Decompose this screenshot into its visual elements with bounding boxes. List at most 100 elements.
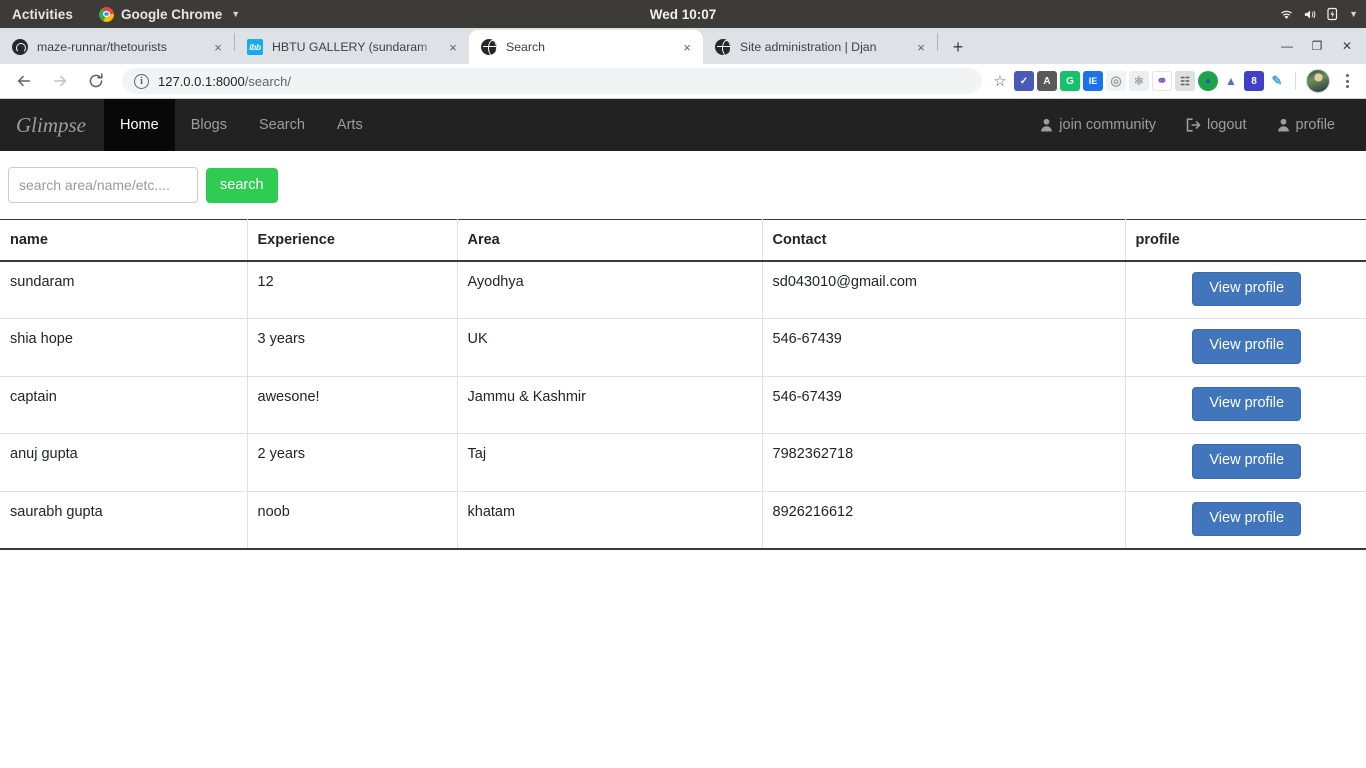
tab-title: HBTU GALLERY (sundaram: [272, 40, 428, 54]
grammarly-extension-icon[interactable]: G: [1060, 71, 1080, 91]
nav-item-profile[interactable]: profile: [1262, 117, 1351, 133]
maximize-button[interactable]: ❐: [1302, 32, 1332, 60]
view-profile-button[interactable]: View profile: [1192, 444, 1302, 479]
target-extension-icon[interactable]: ◎: [1106, 71, 1126, 91]
site-nav-links: Home Blogs Search Arts: [104, 99, 379, 151]
react-devtools-extension-icon[interactable]: ⚛: [1129, 71, 1149, 91]
url-path: /search/: [244, 73, 291, 89]
upload-extension-icon[interactable]: ▲: [1221, 71, 1241, 91]
cell-contact: 8926216612: [761, 490, 1126, 550]
search-submit-button[interactable]: search: [206, 167, 278, 203]
view-profile-button[interactable]: View profile: [1192, 386, 1302, 422]
column-header-contact: Contact: [761, 219, 1126, 262]
tab-close-icon[interactable]: ×: [445, 39, 461, 55]
results-table: name Experience Area Contact profile sun…: [0, 219, 1366, 550]
table-head: name Experience Area Contact profile: [0, 219, 1366, 262]
feather-extension-icon[interactable]: ✎: [1267, 71, 1287, 91]
tab-divider: [937, 33, 938, 51]
os-clock[interactable]: Wed 10:07: [650, 7, 717, 22]
activities-button[interactable]: Activities: [0, 7, 83, 22]
browser-tab[interactable]: Site administration | Djan ×: [703, 30, 937, 64]
cell-experience: awesone!: [246, 375, 458, 435]
cell-area: UK: [456, 318, 763, 377]
extensions-bar: ✓ A G IE ◎ ⚛ ⚭ ☷ ● ▲ 8 ✎: [1014, 69, 1360, 93]
tab-close-icon[interactable]: ×: [679, 39, 695, 55]
reload-button[interactable]: [81, 66, 111, 96]
logout-icon: [1186, 118, 1201, 132]
angular-extension-icon[interactable]: A: [1037, 71, 1057, 91]
cell-name: saurabh gupta: [0, 490, 248, 550]
user-icon: [1277, 118, 1290, 132]
cell-profile: View profile: [1124, 260, 1366, 320]
tab-close-icon[interactable]: ×: [210, 39, 226, 55]
search-form: search: [0, 151, 1366, 203]
table-row: saurabh gupta noob khatam 8926216612 Vie…: [0, 490, 1366, 550]
cell-profile: View profile: [1124, 375, 1366, 435]
site-info-icon[interactable]: i: [134, 73, 149, 89]
nav-item-arts[interactable]: Arts: [321, 99, 379, 151]
toolbar-divider: [1295, 72, 1296, 90]
nav-item-search[interactable]: Search: [243, 99, 321, 151]
browser-toolbar: i 127.0.0.1:8000/search/ ☆ ✓ A G IE ◎ ⚛ …: [0, 64, 1366, 99]
view-profile-button[interactable]: View profile: [1192, 272, 1302, 307]
table-row: anuj gupta 2 years Taj 7982362718 View p…: [0, 433, 1366, 492]
document-extension-icon[interactable]: ☷: [1175, 71, 1195, 91]
browser-tab[interactable]: maze-runnar/thetourists ×: [0, 30, 234, 64]
back-button[interactable]: [9, 66, 39, 96]
browser-tab[interactable]: ibb HBTU GALLERY (sundaram ×: [235, 30, 469, 64]
tab-close-icon[interactable]: ×: [913, 39, 929, 55]
table-row: shia hope 3 years UK 546-67439 View prof…: [0, 318, 1366, 377]
system-menu-chevron-icon: ▼: [1349, 9, 1358, 19]
user-icon: [1040, 118, 1053, 132]
globe-extension-icon[interactable]: ●: [1198, 71, 1218, 91]
table-header-row: name Experience Area Contact profile: [0, 219, 1366, 262]
nav-item-home[interactable]: Home: [104, 99, 175, 151]
shield-extension-icon[interactable]: ✓: [1014, 71, 1034, 91]
os-system-tray[interactable]: ▼: [1279, 7, 1358, 21]
cell-contact: 7982362718: [761, 433, 1126, 492]
wifi-icon: [1279, 8, 1294, 21]
cell-area: Ayodhya: [456, 260, 763, 320]
profile-avatar[interactable]: [1306, 69, 1330, 93]
browser-tab-strip: maze-runnar/thetourists × ibb HBTU GALLE…: [0, 28, 1366, 64]
table-row: captain awesone! Jammu & Kashmir 546-674…: [0, 375, 1366, 435]
cell-contact: 546-67439: [761, 318, 1126, 377]
cell-area: Jammu & Kashmir: [456, 375, 763, 435]
address-bar[interactable]: i 127.0.0.1:8000/search/: [122, 68, 982, 94]
close-window-button[interactable]: ✕: [1332, 32, 1362, 60]
search-engine-extension-icon[interactable]: 8: [1244, 71, 1264, 91]
cell-experience: 3 years: [246, 318, 458, 377]
new-tab-button[interactable]: +: [944, 33, 972, 61]
results-table-container: name Experience Area Contact profile sun…: [0, 219, 1366, 550]
cell-name: shia hope: [0, 318, 248, 377]
minimize-button[interactable]: —: [1272, 32, 1302, 60]
active-app-name: Google Chrome: [121, 6, 223, 22]
column-header-area: Area: [456, 219, 763, 262]
column-header-experience: Experience: [246, 219, 458, 262]
cell-experience: 12: [246, 260, 458, 320]
cell-name: sundaram: [0, 260, 248, 320]
tab-title: Search: [506, 40, 545, 54]
active-app-menu[interactable]: Google Chrome ▼: [83, 6, 240, 22]
search-input[interactable]: [8, 167, 198, 203]
browser-tab-active[interactable]: Search ×: [469, 30, 703, 64]
view-profile-button[interactable]: View profile: [1192, 501, 1302, 536]
nav-item-logout[interactable]: logout: [1171, 117, 1262, 133]
molecule-extension-icon[interactable]: ⚭: [1152, 71, 1172, 91]
nav-item-blogs[interactable]: Blogs: [175, 99, 243, 151]
globe-icon: [481, 39, 497, 55]
cell-contact: sd043010@gmail.com: [761, 260, 1126, 320]
view-profile-button[interactable]: View profile: [1192, 329, 1302, 364]
cell-profile: View profile: [1124, 490, 1366, 550]
cell-name: captain: [0, 375, 248, 435]
cell-name: anuj gupta: [0, 433, 248, 492]
github-icon: [12, 39, 28, 55]
cell-experience: noob: [246, 490, 458, 550]
cell-profile: View profile: [1124, 433, 1366, 492]
site-brand[interactable]: Glimpse: [0, 99, 104, 151]
kebab-menu-icon[interactable]: [1336, 69, 1358, 93]
forward-button[interactable]: [45, 66, 75, 96]
bookmark-star-icon[interactable]: ☆: [988, 69, 1012, 93]
nav-item-join-community[interactable]: join community: [1025, 117, 1171, 133]
pages-extension-icon[interactable]: IE: [1083, 71, 1103, 91]
